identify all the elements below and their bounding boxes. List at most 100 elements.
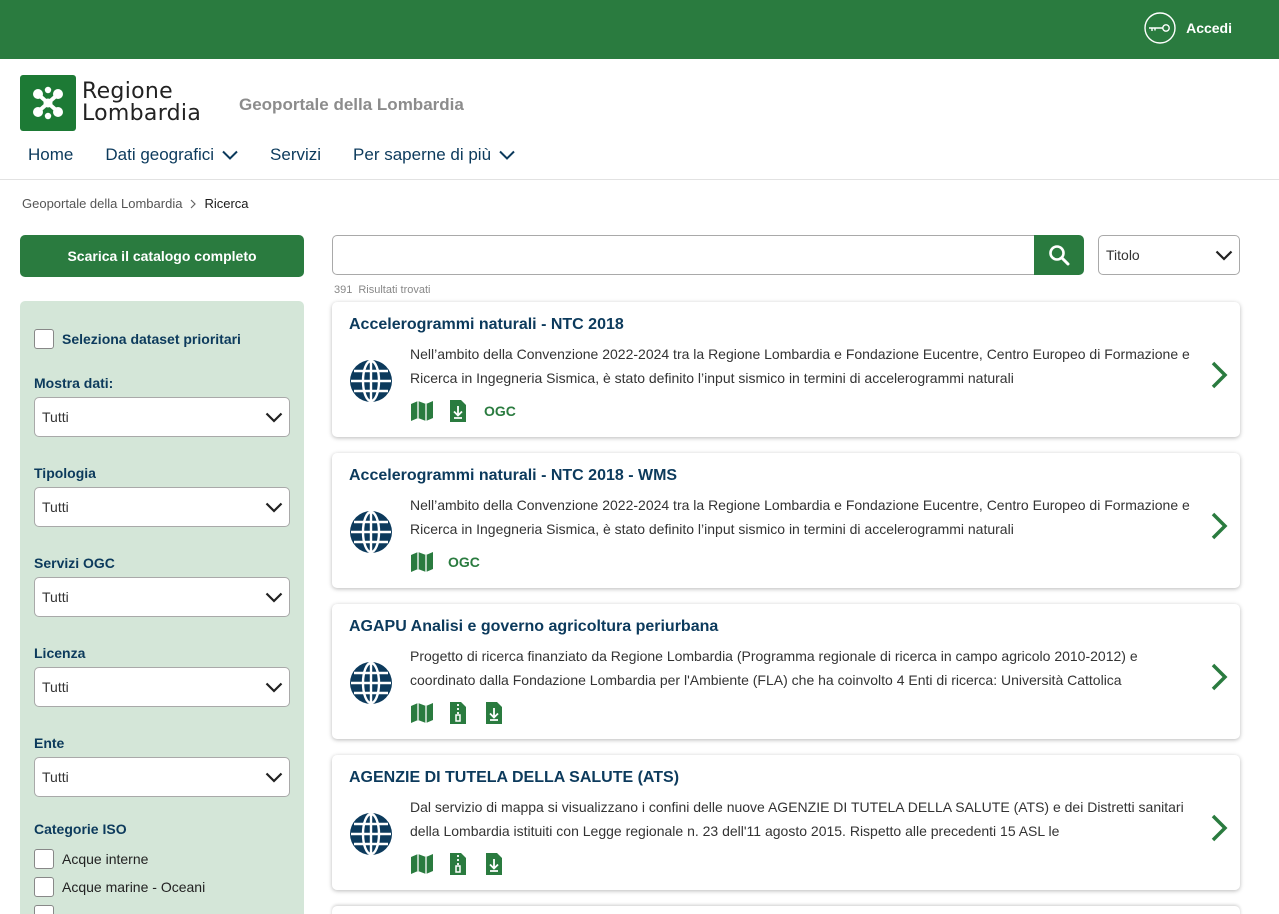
logo-text-line1: Regione xyxy=(82,79,173,104)
main-nav: Home Dati geografici Servizi Per saperne… xyxy=(28,145,547,165)
map-icon[interactable] xyxy=(410,400,434,422)
breadcrumb: Geoportale della Lombardia Ricerca xyxy=(22,196,249,211)
breadcrumb-current: Ricerca xyxy=(204,196,249,211)
top-bar: Accedi xyxy=(0,0,1279,59)
chevron-down-icon xyxy=(265,502,283,513)
select-value: Tutti xyxy=(42,499,69,515)
chevron-down-icon xyxy=(1215,250,1233,261)
ogc-badge[interactable]: OGC xyxy=(484,403,516,419)
mostra-dati-select[interactable]: Tutti xyxy=(34,397,290,437)
iso-checkbox[interactable] xyxy=(34,905,54,914)
filter-label: Ente xyxy=(34,735,65,751)
map-icon[interactable] xyxy=(410,551,434,573)
chevron-down-icon xyxy=(265,412,283,423)
chevron-down-icon xyxy=(265,682,283,693)
select-value: Tutti xyxy=(42,409,69,425)
sort-select[interactable]: Titolo xyxy=(1098,235,1240,275)
download-file-icon[interactable] xyxy=(482,702,506,724)
chevron-down-icon xyxy=(265,592,283,603)
result-resource-icons: OGC xyxy=(410,551,480,573)
iso-checkbox[interactable] xyxy=(34,849,54,869)
logo-text: Regione Lombardia xyxy=(82,81,201,125)
iso-item-label: Acque marine - Oceani xyxy=(62,879,206,895)
result-card[interactable]: AGAPU Analisi e governo agricoltura peri… xyxy=(332,604,1240,739)
search-button[interactable] xyxy=(1034,235,1084,275)
priority-checkbox[interactable] xyxy=(34,329,54,349)
result-title[interactable]: AGAPU Analisi e governo agricoltura peri… xyxy=(349,618,718,636)
result-card[interactable]: Accelerogrammi naturali - NTC 2018 Nell’… xyxy=(332,302,1240,437)
rosa-camuna-icon xyxy=(33,86,63,120)
regione-lombardia-logo[interactable]: Regione Lombardia xyxy=(20,75,201,131)
login-button[interactable]: Accedi xyxy=(1144,12,1232,44)
result-resource-icons xyxy=(410,702,506,724)
filters-panel: Seleziona dataset prioritari Mostra dati… xyxy=(20,301,304,914)
chevron-down-icon xyxy=(265,772,283,783)
map-icon[interactable] xyxy=(410,702,434,724)
chevron-right-icon[interactable] xyxy=(1210,511,1228,541)
select-value: Tutti xyxy=(42,769,69,785)
logo-mark-icon xyxy=(20,75,76,131)
licenza-select[interactable]: Tutti xyxy=(34,667,290,707)
result-card[interactable]: AGENZIE DI TUTELA DELLA SALUTE (ATS) Dal… xyxy=(332,755,1240,890)
download-catalog-button[interactable]: Scarica il catalogo completo xyxy=(20,235,304,277)
logo-text-line2: Lombardia xyxy=(82,101,202,126)
site-header: Regione Lombardia Geoportale della Lomba… xyxy=(0,59,1279,180)
globe-icon xyxy=(350,661,392,705)
iso-item-label: Acque interne xyxy=(62,851,149,867)
result-description: Dal servizio di mappa si visualizzano i … xyxy=(410,799,1184,839)
servizi-ogc-select[interactable]: Tutti xyxy=(34,577,290,617)
search-icon xyxy=(1049,245,1070,266)
filter-label: Mostra dati: xyxy=(34,375,114,391)
chevron-down-icon xyxy=(499,150,515,160)
iso-item-acque-interne: Acque interne xyxy=(34,849,290,869)
download-file-icon[interactable] xyxy=(482,853,506,875)
select-value: Tutti xyxy=(42,679,69,695)
download-file-icon[interactable] xyxy=(446,400,470,422)
filter-label: Servizi OGC xyxy=(34,555,115,571)
filter-licenza: Licenza Tutti xyxy=(34,645,290,707)
filter-mostra-dati: Mostra dati: Tutti xyxy=(34,375,290,437)
iso-item-partial xyxy=(34,905,290,914)
nav-item-per-saperne-di-piu[interactable]: Per saperne di più xyxy=(353,145,515,165)
select-value: Tutti xyxy=(42,589,69,605)
result-count: 391 Risultati trovati xyxy=(334,284,431,296)
result-count-label: Risultati trovati xyxy=(358,284,431,296)
result-card-partial[interactable] xyxy=(332,906,1240,914)
key-circle-icon xyxy=(1144,12,1176,44)
filter-servizi-ogc: Servizi OGC Tutti xyxy=(34,555,290,617)
map-icon[interactable] xyxy=(410,853,434,875)
chevron-right-icon[interactable] xyxy=(1210,813,1228,843)
chevron-down-icon xyxy=(222,150,238,160)
result-title[interactable]: Accelerogrammi naturali - NTC 2018 xyxy=(349,316,624,334)
nav-item-dati-geografici[interactable]: Dati geografici xyxy=(105,145,238,165)
chevron-right-icon[interactable] xyxy=(1210,360,1228,390)
nav-item-home[interactable]: Home xyxy=(28,145,73,165)
chevron-right-icon[interactable] xyxy=(1210,662,1228,692)
filter-tipologia: Tipologia Tutti xyxy=(34,465,290,527)
breadcrumb-link-home[interactable]: Geoportale della Lombardia xyxy=(22,196,182,211)
ogc-badge[interactable]: OGC xyxy=(448,554,480,570)
iso-checkbox[interactable] xyxy=(34,877,54,897)
search-input[interactable] xyxy=(332,235,1034,275)
ente-select[interactable]: Tutti xyxy=(34,757,290,797)
tipologia-select[interactable]: Tutti xyxy=(34,487,290,527)
results-list: Accelerogrammi naturali - NTC 2018 Nell’… xyxy=(332,302,1240,914)
result-card[interactable]: Accelerogrammi naturali - NTC 2018 - WMS… xyxy=(332,453,1240,588)
nav-item-label: Home xyxy=(28,145,74,164)
zip-file-icon[interactable] xyxy=(446,853,470,875)
result-title[interactable]: Accelerogrammi naturali - NTC 2018 - WMS xyxy=(349,467,677,485)
filter-label: Tipologia xyxy=(34,465,96,481)
result-title[interactable]: AGENZIE DI TUTELA DELLA SALUTE (ATS) xyxy=(349,769,679,787)
result-description: Nell’ambito della Convenzione 2022-2024 … xyxy=(410,497,1190,537)
result-resource-icons: OGC xyxy=(410,400,516,422)
filter-label: Licenza xyxy=(34,645,86,661)
portal-name: Geoportale della Lombardia xyxy=(239,95,464,114)
search-bar xyxy=(332,235,1084,275)
nav-item-servizi[interactable]: Servizi xyxy=(270,145,321,165)
nav-item-label: Per saperne di più xyxy=(353,145,492,164)
nav-item-label: Servizi xyxy=(270,145,322,164)
globe-icon xyxy=(350,510,392,554)
nav-item-label: Dati geografici xyxy=(105,145,215,164)
zip-file-icon[interactable] xyxy=(446,702,470,724)
filter-ente: Ente Tutti xyxy=(34,735,290,797)
